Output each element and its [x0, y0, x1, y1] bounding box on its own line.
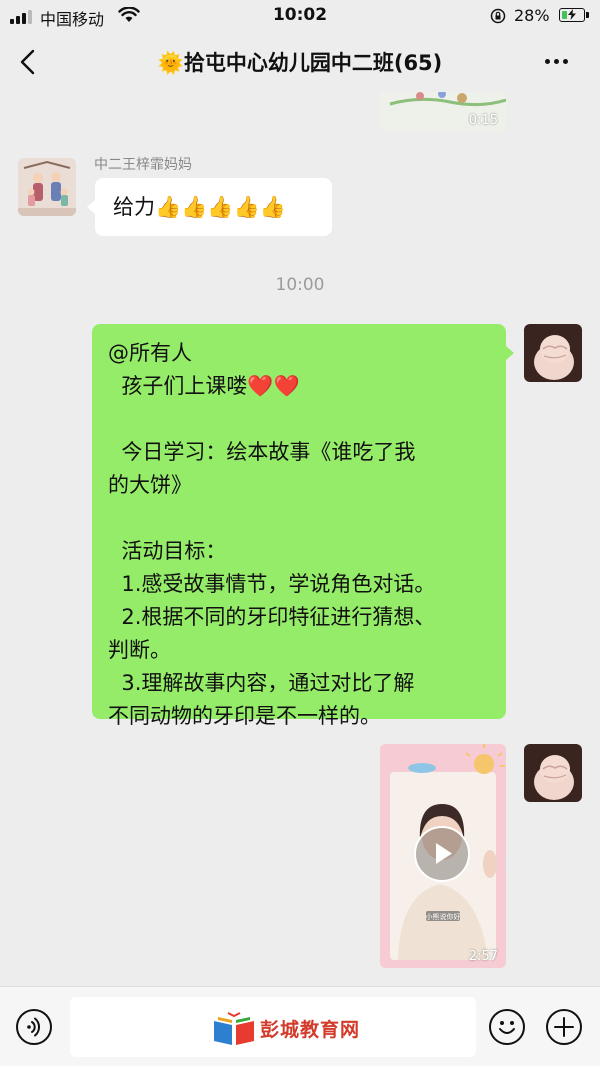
video-caption: 小熊说你好: [426, 912, 461, 921]
nav-bar: 🌞拾屯中心幼儿园中二班(65): [0, 32, 600, 92]
message-line: [108, 403, 490, 436]
status-time: 10:02: [272, 5, 328, 25]
battery-percent: 28%: [514, 6, 550, 25]
voice-icon[interactable]: [16, 1009, 52, 1045]
message-line: 判断。: [108, 638, 171, 662]
message-line: 活动目标：: [108, 539, 227, 563]
more-dots-icon[interactable]: [545, 59, 572, 64]
watermark-logo: 彭城教育网: [212, 1011, 359, 1045]
message-bubble[interactable]: 给力👍👍👍👍👍: [95, 178, 332, 236]
video-duration: 0:15: [468, 113, 498, 128]
video-message[interactable]: 小熊说你好 2:57: [380, 744, 506, 968]
message-line: 今日学习：绘本故事《谁吃了我: [108, 440, 416, 464]
video-message[interactable]: 0:15: [380, 92, 506, 132]
message-text: 给力👍👍👍👍👍: [113, 195, 286, 219]
video-duration: 2:57: [468, 949, 498, 964]
emoji-icon[interactable]: [489, 1009, 525, 1045]
timestamp: 10:00: [275, 275, 325, 295]
chat-area[interactable]: 0:15 中二王梓霏妈妈 给力👍👍👍👍👍 10:00 @所有人 孩子们上课喽❤️…: [0, 92, 600, 986]
play-icon[interactable]: [414, 826, 470, 882]
message-line: 2.根据不同的牙印特征进行猜想、: [108, 605, 436, 629]
message-line: 1.感受故事情节，学说角色对话。: [108, 572, 436, 596]
message-line: 不同动物的牙印是不一样的。: [108, 704, 381, 728]
sender-name: 中二王梓霏妈妈: [94, 157, 192, 173]
avatar[interactable]: [18, 158, 76, 216]
battery-icon: [559, 8, 589, 22]
book-logo-icon: [214, 1012, 254, 1045]
message-line: 孩子们上课喽❤️❤️: [108, 374, 300, 398]
message-text: @所有人 孩子们上课喽❤️❤️ 今日学习：绘本故事《谁吃了我 的大饼》 活动目标：…: [108, 337, 490, 733]
avatar[interactable]: [524, 324, 582, 382]
message-line: 3.理解故事内容，通过对比了解: [108, 671, 415, 695]
orientation-lock-icon: [490, 8, 506, 24]
message-bubble[interactable]: @所有人 孩子们上课喽❤️❤️ 今日学习：绘本故事《谁吃了我 的大饼》 活动目标：…: [92, 324, 506, 728]
input-bar: 彭城教育网: [0, 986, 600, 1066]
message-line: 的大饼》: [108, 473, 192, 497]
status-bar: 中国移动 10:02 28%: [0, 0, 600, 32]
message-line: @所有人: [108, 341, 192, 365]
avatar[interactable]: [524, 744, 582, 802]
message-line: [108, 502, 490, 535]
chat-title: 🌞拾屯中心幼儿园中二班(65): [157, 51, 443, 75]
plus-icon[interactable]: [546, 1009, 582, 1045]
